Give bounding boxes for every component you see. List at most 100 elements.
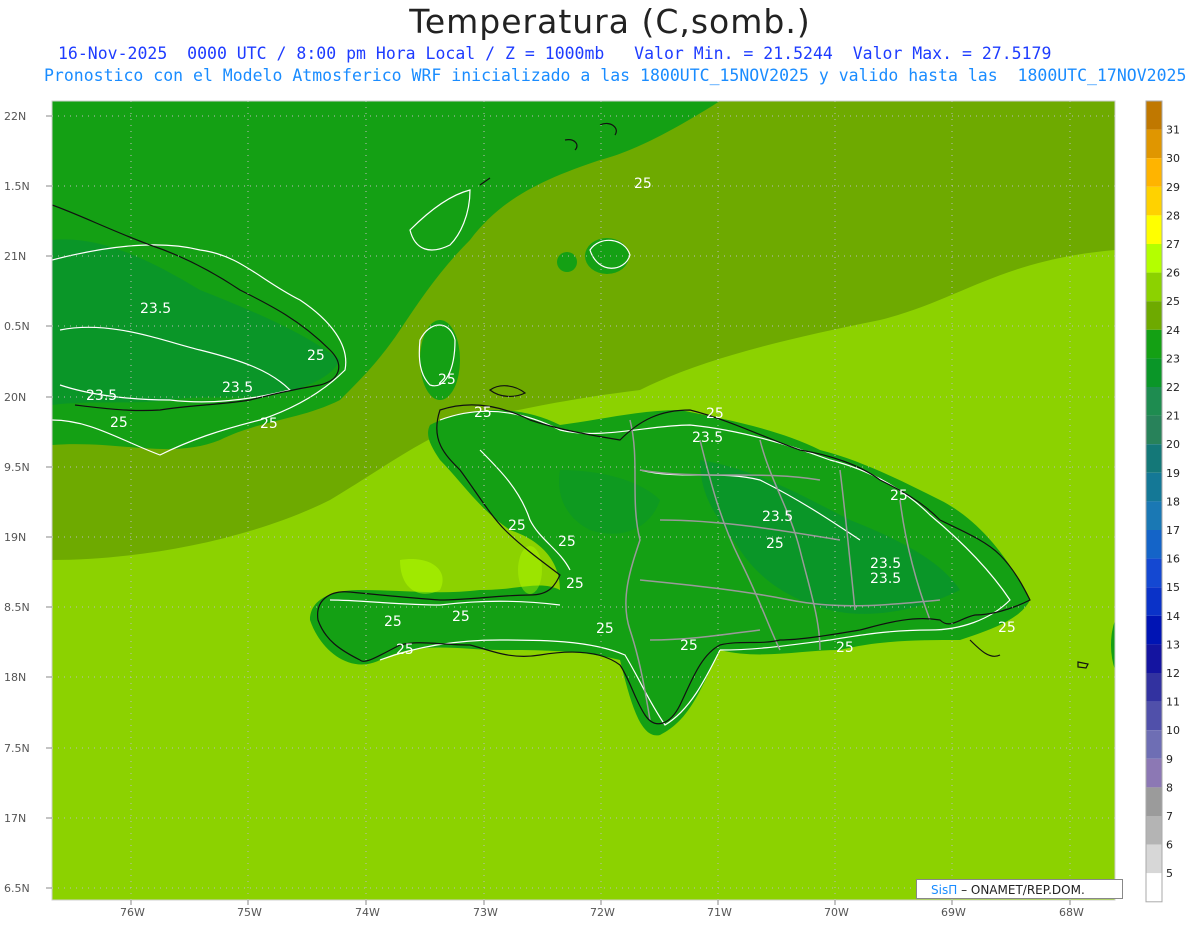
lon-label: 70W — [824, 906, 849, 919]
colorbar-swatch — [1146, 615, 1162, 645]
lat-label: 19N — [4, 531, 26, 544]
colorbar-label: 7 — [1166, 810, 1173, 823]
lon-label: 69W — [941, 906, 966, 919]
contour-label: 25 — [452, 609, 470, 625]
lon-label: 71W — [707, 906, 732, 919]
contour-label: 25 — [384, 614, 402, 630]
colorbar-label: 27 — [1166, 238, 1180, 251]
colorbar-swatch — [1146, 787, 1162, 816]
lon-label: 72W — [590, 906, 615, 919]
lon-label: 75W — [237, 906, 262, 919]
lat-label: 8.5N — [4, 601, 30, 614]
colorbar-swatch — [1146, 129, 1162, 159]
lon-label: 68W — [1059, 906, 1084, 919]
colorbar-swatch — [1146, 444, 1162, 473]
contour-label: 23.5 — [762, 509, 793, 525]
credit-text: – ONAMET/REP.DOM. — [961, 883, 1085, 897]
colorbar-label: 18 — [1166, 495, 1180, 508]
contour-label: 25 — [596, 621, 614, 637]
colorbar-label: 26 — [1166, 267, 1180, 280]
colorbar-swatch — [1146, 215, 1162, 244]
colorbar-swatch — [1146, 415, 1162, 445]
credit-box: SisΠ – ONAMET/REP.DOM. — [916, 879, 1123, 899]
contour-label: 25 — [634, 176, 652, 192]
colorbar-label: 30 — [1166, 152, 1180, 165]
lat-label: 0.5N — [4, 320, 30, 333]
lon-label: 74W — [355, 906, 380, 919]
contour-label: 25 — [438, 372, 456, 388]
colorbar-swatch — [1146, 701, 1162, 731]
colorbar-label: 20 — [1166, 438, 1180, 451]
colorbar-label: 31 — [1166, 124, 1180, 137]
lat-label: 1.5N — [4, 180, 30, 193]
colorbar-label: 22 — [1166, 381, 1180, 394]
colorbar-label: 29 — [1166, 181, 1180, 194]
colorbar-label: 23 — [1166, 352, 1180, 365]
colorbar-swatch — [1146, 644, 1162, 673]
sispi-logo: SisΠ — [931, 883, 958, 897]
contour-label: 23.5 — [140, 301, 171, 317]
contour-label-extra: 25 — [998, 620, 1016, 636]
colorbar-swatch — [1146, 530, 1162, 559]
colorbar-label: 21 — [1166, 410, 1180, 423]
colorbar-swatch — [1146, 186, 1162, 216]
contour-label-extra: 25 — [836, 640, 854, 656]
colorbar-swatch — [1146, 587, 1162, 616]
colorbar-label: 16 — [1166, 553, 1180, 566]
contour-label: 25 — [706, 406, 724, 422]
colorbar-swatch — [1146, 472, 1162, 502]
colorbar-label: 28 — [1166, 209, 1180, 222]
lat-label: 18N — [4, 671, 26, 684]
colorbar-label: 17 — [1166, 524, 1180, 537]
colorbar-swatch — [1146, 501, 1162, 530]
contour-label: 23.5 — [692, 430, 723, 446]
lon-label: 73W — [473, 906, 498, 919]
colorbar-swatch — [1146, 272, 1162, 302]
colorbar-swatch — [1146, 301, 1162, 330]
lat-label: 17N — [4, 812, 26, 825]
lat-label: 22N — [4, 110, 26, 123]
contour-label: 25 — [474, 405, 492, 421]
contour-label: 25 — [766, 536, 784, 552]
colorbar-swatch — [1146, 673, 1162, 702]
lat-label: 7.5N — [4, 742, 30, 755]
contour-label: 23.5 — [86, 388, 117, 404]
lat-label: 20N — [4, 391, 26, 404]
colorbar-swatch — [1146, 387, 1162, 416]
colorbar-swatch — [1146, 758, 1162, 788]
contour-label: 25 — [890, 488, 908, 504]
colorbar-swatch — [1146, 358, 1162, 387]
colorbar-label: 6 — [1166, 839, 1173, 852]
contour-label: 25 — [558, 534, 576, 550]
contour-label: 25 — [396, 642, 414, 658]
colorbar-label: 19 — [1166, 467, 1180, 480]
colorbar-label: 10 — [1166, 724, 1180, 737]
colorbar-swatch — [1146, 329, 1162, 359]
map-canvas: 25 23.5 25 23.5 23.5 25 25 25 25 25 23.5… — [4, 100, 1180, 919]
colorbar-swatch — [1146, 844, 1162, 874]
temperature-field: 25 23.5 25 23.5 23.5 25 25 25 25 25 23.5… — [52, 101, 1115, 900]
lat-label: 6.5N — [4, 882, 30, 895]
colorbar-swatch — [1146, 816, 1162, 845]
colorbar-swatch — [1146, 730, 1162, 759]
lon-label: 76W — [120, 906, 145, 919]
colorbar-label: 15 — [1166, 581, 1180, 594]
contour-label-extra: 25 — [680, 638, 698, 654]
lat-label: 9.5N — [4, 461, 30, 474]
colorbar-label: 8 — [1166, 781, 1173, 794]
colorbar-label: 12 — [1166, 667, 1180, 680]
colorbar-label: 14 — [1166, 610, 1180, 623]
colorbar-label: 9 — [1166, 753, 1173, 766]
colorbar-legend: 31 30 29 28 27 26 25 24 23 22 21 20 19 18 17 16 15 14 13 12… — [1145, 100, 1180, 903]
contour-label: 25 — [566, 576, 584, 592]
lat-label: 21N — [4, 250, 26, 263]
contour-label: 23.5 — [870, 556, 901, 572]
colorbar-label: 5 — [1166, 867, 1173, 880]
colorbar-swatch — [1146, 558, 1162, 588]
contour-label: 25 — [307, 348, 325, 364]
colorbar-swatch — [1146, 101, 1162, 130]
colorbar-label: 11 — [1166, 696, 1180, 709]
colorbar-label: 13 — [1166, 638, 1180, 651]
contour-label: 25 — [260, 416, 278, 432]
colorbar-label: 25 — [1166, 295, 1180, 308]
